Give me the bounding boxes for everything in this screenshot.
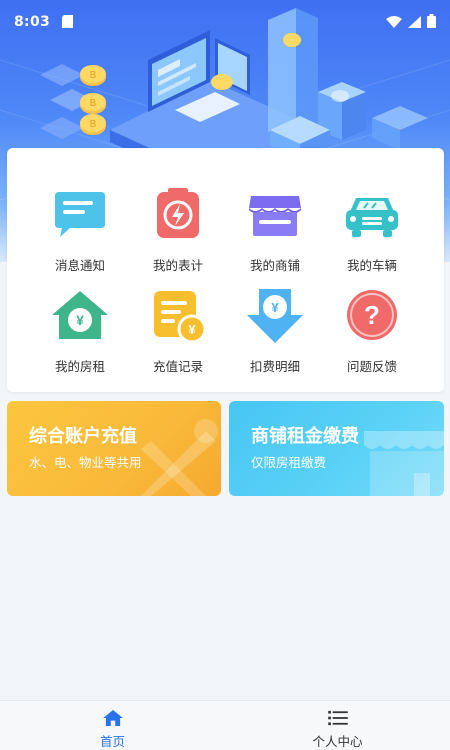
- feedback-icon: ?: [347, 290, 397, 340]
- grid-item-deduction-detail[interactable]: ¥ 扣费明细: [225, 285, 325, 385]
- bottom-nav: 首页 个人中心: [0, 700, 450, 750]
- grid-item-rent[interactable]: ¥ 我的房租: [30, 285, 130, 385]
- tab-home[interactable]: 首页: [0, 701, 225, 750]
- grid-label: 扣费明细: [249, 359, 300, 374]
- service-grid: 消息通知 我的表计 我的商铺 我的车辆 ¥ 我的房租 ¥ 充值记录 ¥ 扣费明细…: [7, 148, 444, 392]
- house-icon: ¥: [52, 291, 108, 339]
- promo-subtitle: 仅限房租缴费: [251, 455, 327, 470]
- grid-item-car[interactable]: 我的车辆: [322, 184, 422, 284]
- svg-text:¥: ¥: [76, 312, 84, 328]
- battery-icon: [427, 13, 436, 32]
- account-recharge-card[interactable]: 综合账户充值 水、电、物业等共用: [7, 401, 221, 496]
- wrench-icon: [141, 419, 218, 496]
- grid-label: 充值记录: [152, 359, 203, 374]
- list-icon: [327, 710, 348, 726]
- grid-label: 我的车辆: [346, 258, 397, 273]
- shop-rent-card[interactable]: 商铺租金缴费 仅限房租缴费: [229, 401, 444, 496]
- message-icon: [55, 192, 105, 237]
- meter-icon: [157, 188, 199, 238]
- grid-label: 我的商铺: [249, 258, 300, 273]
- svg-text:¥: ¥: [188, 322, 196, 337]
- tab-home-label: 首页: [99, 734, 125, 749]
- grid-label: 问题反馈: [346, 359, 397, 374]
- recharge-record-icon: ¥: [154, 291, 207, 344]
- storefront-icon: [364, 431, 444, 496]
- wifi-icon: [386, 13, 402, 32]
- svg-text:B: B: [90, 98, 97, 109]
- status-time: 8:03: [14, 14, 51, 30]
- tab-profile-label: 个人中心: [312, 734, 363, 749]
- signal-icon: [408, 13, 421, 32]
- svg-text:?: ?: [364, 300, 380, 330]
- grid-item-shop[interactable]: 我的商铺: [225, 184, 325, 284]
- grid-label: 我的房租: [54, 359, 105, 374]
- grid-item-messages[interactable]: 消息通知: [30, 184, 130, 284]
- promo-title: 综合账户充值: [29, 426, 137, 447]
- home-icon: [102, 710, 123, 726]
- grid-item-feedback[interactable]: ? 问题反馈: [322, 285, 422, 385]
- svg-text:¥: ¥: [271, 300, 279, 315]
- shop-icon: [249, 196, 301, 236]
- grid-item-meter[interactable]: 我的表计: [128, 184, 228, 284]
- svg-text:B: B: [90, 119, 97, 130]
- svg-text:B: B: [90, 70, 97, 81]
- promo-title: 商铺租金缴费: [251, 426, 359, 447]
- promo-subtitle: 水、电、物业等共用: [29, 455, 142, 470]
- grid-label: 我的表计: [152, 258, 203, 273]
- grid-label: 消息通知: [54, 258, 105, 273]
- sim-icon: [62, 13, 74, 32]
- status-bar: 8:03: [0, 0, 450, 44]
- car-icon: [346, 198, 398, 237]
- grid-item-recharge-record[interactable]: ¥ 充值记录: [128, 285, 228, 385]
- tab-profile[interactable]: 个人中心: [225, 701, 450, 750]
- deduction-detail-icon: ¥: [247, 289, 303, 343]
